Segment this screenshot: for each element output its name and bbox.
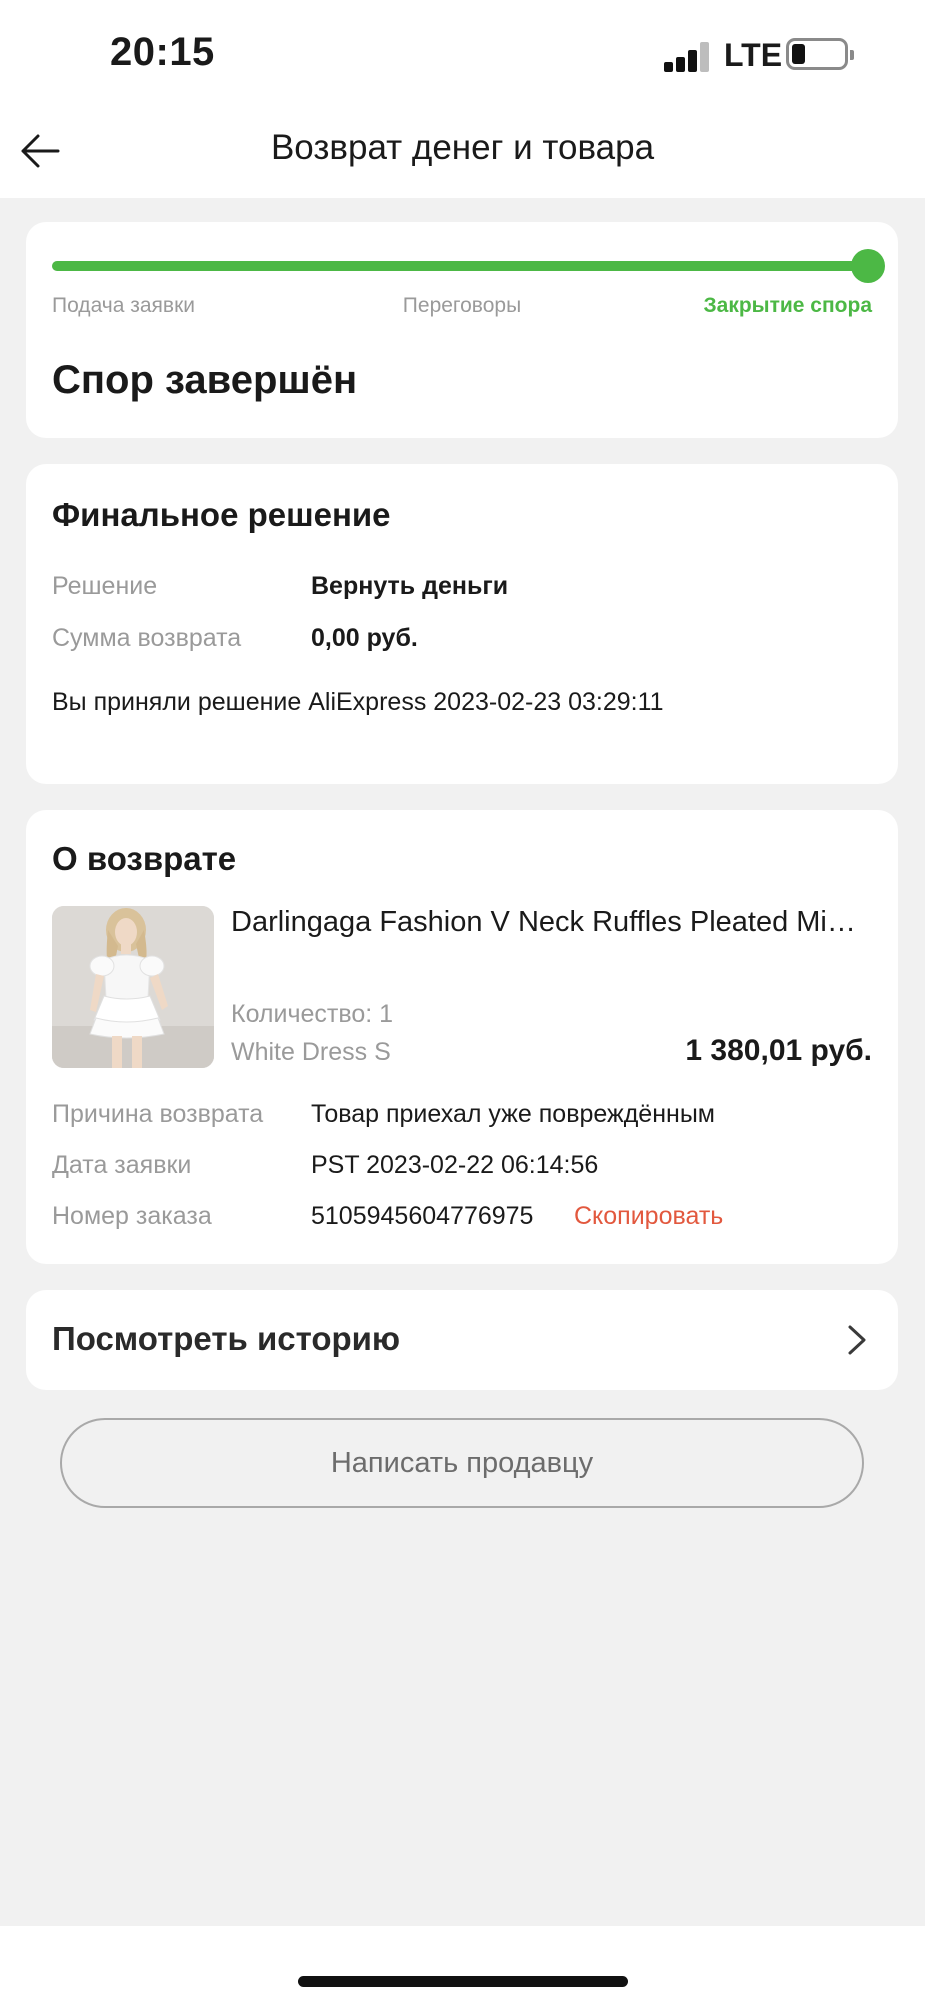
view-history-row[interactable]: Посмотреть историю [26,1290,898,1390]
page-header: Возврат денег и товара [0,110,925,198]
page-title: Возврат денег и товара [270,128,655,167]
step-closing: Закрытие спора [703,294,872,317]
return-info-title: О возврате [52,840,237,877]
home-indicator[interactable] [298,1976,628,1987]
decision-label: Решение [52,572,158,600]
decision-value: Вернуть деньги [311,572,509,600]
dress-photo-icon [52,906,214,1068]
product-variant: White Dress S [231,1038,391,1066]
copy-order-number-link[interactable]: Скопировать [574,1202,723,1231]
request-date-value: PST 2023-02-22 06:14:56 [311,1151,599,1179]
dispute-status: Спор завершён [52,358,358,402]
progress-track [52,261,868,271]
refund-amount-label: Сумма возврата [52,624,242,652]
final-decision-card: Финальное решение Решение Вернуть деньги… [26,464,898,784]
product-quantity: Количество: 1 [231,1000,394,1028]
signal-icon [664,42,710,72]
order-number-value: 5105945604776975 [311,1202,534,1230]
network-label: LTE [724,37,783,73]
final-decision-title: Финальное решение [52,496,391,533]
progress-current-dot [851,249,885,283]
battery-level [792,44,805,64]
screen: 20:15 LTE Возврат денег и товара Подача … [0,0,925,2000]
bottom-bar [0,1926,925,2000]
return-info-card: О возврате Darlingaga Fashion V Neck Ruf… [26,810,898,1264]
product-price: 1 380,01 руб. [685,1034,872,1067]
product-image[interactable] [52,906,214,1068]
return-reason-label: Причина возврата [52,1100,264,1128]
chevron-right-icon [848,1325,866,1355]
status-bar: 20:15 LTE [0,0,925,110]
contact-seller-button[interactable]: Написать продавцу [60,1418,864,1508]
product-title[interactable]: Darlingaga Fashion V Neck Ruffles Pleate… [231,906,871,939]
battery-icon [786,38,854,70]
return-reason-value: Товар приехал уже повреждённым [311,1100,715,1128]
refund-amount-value: 0,00 руб. [311,624,418,652]
order-number-label: Номер заказа [52,1202,212,1230]
progress-fill [52,261,868,271]
status-time: 20:15 [110,30,215,74]
progress-card: Подача заявки Переговоры Закрытие спора … [26,222,898,438]
decision-note: Вы приняли решение AliExpress 2023-02-23… [52,688,664,716]
view-history-label: Посмотреть историю [52,1320,401,1357]
request-date-label: Дата заявки [52,1151,192,1179]
